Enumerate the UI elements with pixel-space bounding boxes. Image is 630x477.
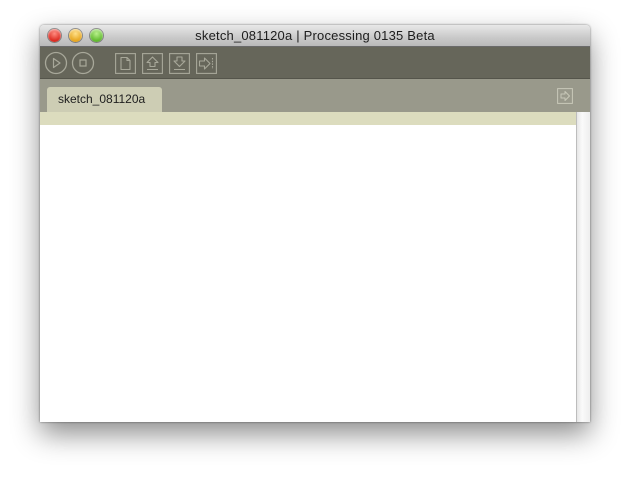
stop-icon [71,51,95,75]
new-file-icon [115,53,136,74]
export-arrow-right-icon [196,53,217,74]
tab-bar: sketch_081120a [40,79,590,112]
title-bar[interactable]: sketch_081120a | Processing 0135 Beta [40,25,590,47]
stop-button[interactable] [71,51,95,75]
toolbar [40,47,590,79]
tab-sketch[interactable]: sketch_081120a [47,87,162,112]
open-arrow-up-icon [142,53,163,74]
editor-header-strip [40,112,576,125]
code-editor[interactable] [40,125,576,422]
export-button[interactable] [196,53,217,74]
save-button[interactable] [169,53,190,74]
window-title: sketch_081120a | Processing 0135 Beta [195,28,435,43]
tab-menu-arrow-icon [557,88,573,104]
tab-label: sketch_081120a [58,92,146,106]
tab-menu-button[interactable] [557,88,573,109]
new-button[interactable] [115,53,136,74]
play-icon [44,51,68,75]
save-arrow-down-icon [169,53,190,74]
open-button[interactable] [142,53,163,74]
processing-window: sketch_081120a | Processing 0135 Beta sk… [40,25,590,422]
vertical-scrollbar[interactable] [576,112,590,422]
run-button[interactable] [44,51,68,75]
